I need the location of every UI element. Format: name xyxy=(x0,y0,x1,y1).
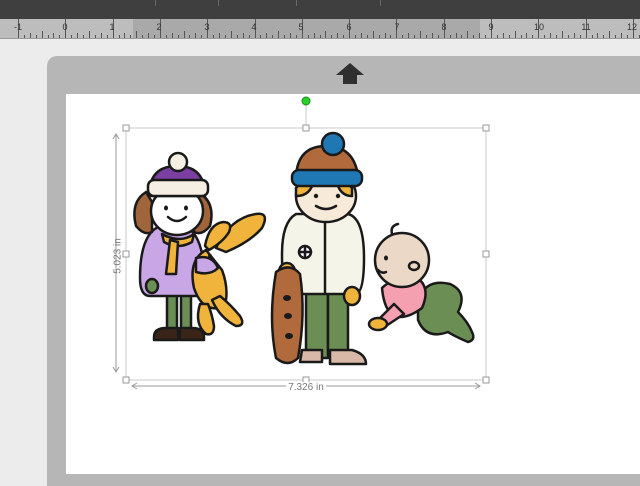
rotate-handle-icon[interactable] xyxy=(301,96,311,106)
crawling-baby xyxy=(367,222,475,344)
resize-handle-right[interactable] xyxy=(482,250,490,258)
selected-image-layer[interactable] xyxy=(0,0,640,474)
boy-with-skateboard xyxy=(270,131,368,366)
resize-handle-bottom-left[interactable] xyxy=(122,376,130,384)
resize-handle-bottom-right[interactable] xyxy=(482,376,490,384)
width-dimension-label: 7.326 in xyxy=(286,382,326,393)
resize-handle-top-right[interactable] xyxy=(482,124,490,132)
resize-handle-left[interactable] xyxy=(122,250,130,258)
height-dimension-label: 5.023 in xyxy=(112,238,124,274)
resize-handle-top-left[interactable] xyxy=(122,124,130,132)
clipart-image[interactable] xyxy=(133,131,475,366)
resize-handle-top[interactable] xyxy=(302,124,310,132)
girl-with-bunny xyxy=(133,151,267,342)
